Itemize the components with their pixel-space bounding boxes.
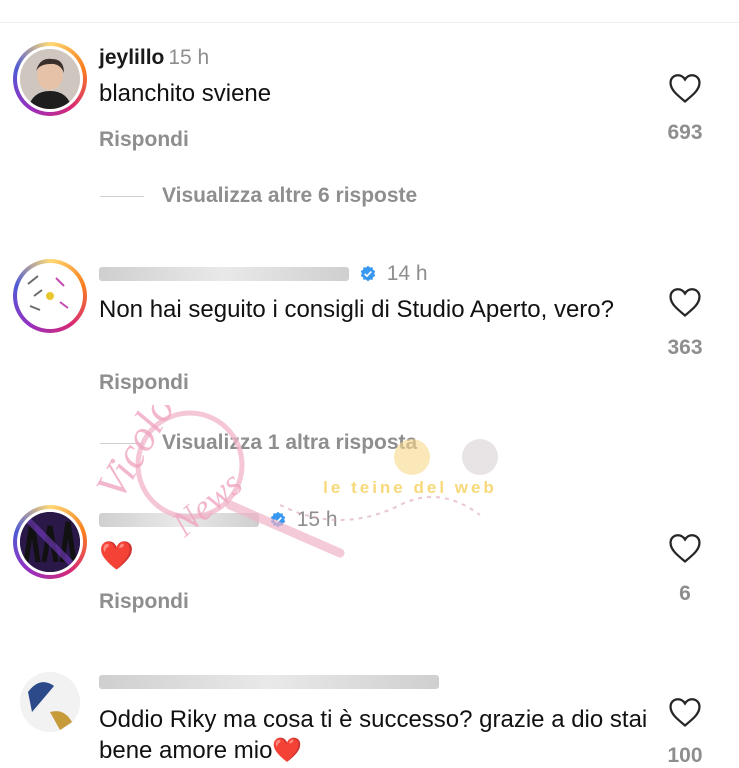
view-more-replies-button[interactable]: Visualizza 1 altra risposta — [100, 431, 417, 455]
obscured-username — [99, 675, 439, 690]
obscured-username — [99, 267, 349, 282]
comment-username[interactable]: 15 h — [99, 508, 338, 532]
divider-line — [100, 442, 144, 444]
comment-time: 15 h — [168, 46, 210, 69]
comment-text: Oddio Riky ma cosa ti è successo? grazie… — [99, 706, 648, 764]
heart-icon[interactable] — [668, 532, 702, 564]
like-count: 363 — [667, 336, 703, 359]
verified-badge-icon — [360, 265, 376, 282]
svg-text:le teine del web: le teine del web — [323, 478, 497, 497]
heart-icon[interactable] — [668, 696, 702, 728]
like-count: 6 — [679, 582, 691, 605]
heart-icon[interactable] — [668, 286, 702, 318]
svg-text:Vicolo: Vicolo — [86, 405, 184, 507]
comment-username[interactable]: 14 h — [99, 262, 428, 286]
reply-button[interactable]: Rispondi — [99, 371, 189, 395]
comment-text: ❤️ — [99, 540, 134, 571]
avatar[interactable] — [13, 259, 87, 333]
avatar[interactable] — [13, 505, 87, 579]
comment-time: 14 h — [386, 262, 428, 285]
verified-badge-icon — [270, 511, 286, 528]
like-count: 693 — [667, 121, 703, 144]
reply-button[interactable]: Rispondi — [99, 590, 189, 614]
comment-username[interactable]: jeylillo 15 h — [99, 46, 209, 70]
view-more-replies-button[interactable]: Visualizza altre 6 risposte — [100, 184, 417, 208]
like-count: 100 — [667, 744, 703, 767]
comment-text: Non hai seguito i consigli di Studio Ape… — [99, 296, 614, 323]
top-bar — [0, 0, 739, 23]
avatar[interactable] — [13, 665, 87, 739]
comment-time: 15 h — [296, 508, 338, 531]
reply-button[interactable]: Rispondi — [99, 128, 189, 152]
comment-username[interactable] — [99, 670, 439, 694]
divider-line — [100, 195, 144, 197]
comment-text: blanchito sviene — [99, 80, 272, 107]
avatar[interactable] — [13, 42, 87, 116]
obscured-username — [99, 513, 259, 528]
heart-icon[interactable] — [668, 72, 702, 104]
svg-text:News: News — [163, 463, 249, 544]
